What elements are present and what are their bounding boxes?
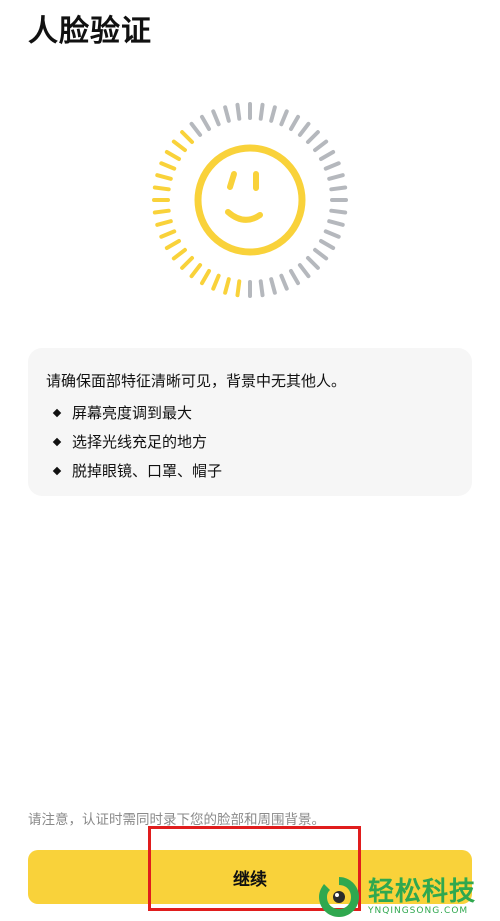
scan-ring-tick: [305, 130, 320, 145]
scan-ring-tick: [164, 239, 181, 250]
scan-ring-tick: [289, 269, 300, 286]
tips-card: 请确保面部特征清晰可见，背景中无其他人。 屏幕亮度调到最大 选择光线充足的地方 …: [28, 348, 472, 496]
smiley-face-icon: [152, 102, 348, 298]
face-outline: [194, 144, 306, 256]
scan-ring-tick: [180, 255, 195, 270]
scan-ring-tick: [319, 150, 336, 161]
scan-ring-tick: [329, 208, 348, 215]
scan-ring-tick: [155, 219, 173, 227]
tip-text: 屏幕亮度调到最大: [72, 404, 193, 422]
scan-ring-tick: [211, 109, 221, 127]
scan-ring-tick: [171, 139, 187, 153]
tip-text: 脱掉眼镜、口罩、帽子: [72, 462, 223, 480]
scan-ring-tick: [171, 247, 187, 261]
bullet-icon: [52, 408, 62, 417]
scan-ring-tick: [297, 263, 311, 279]
scan-ring-tick: [279, 109, 289, 127]
scan-ring-tick: [164, 150, 181, 161]
scan-ring-tick: [223, 277, 231, 295]
scan-ring-tick: [159, 229, 177, 239]
scan-ring-tick: [269, 105, 277, 123]
scan-ring-tick: [180, 130, 195, 145]
scan-ring-tick: [323, 229, 341, 239]
scan-ring-tick: [269, 277, 277, 295]
watermark: 轻松科技 YNQINGSONG.COM: [316, 872, 500, 921]
tips-main-text: 请确保面部特征清晰可见，背景中无其他人。: [46, 372, 347, 390]
scan-ring-tick: [279, 273, 289, 291]
face-left-eye: [227, 171, 237, 190]
scan-ring-tick: [235, 102, 242, 121]
watermark-logo-icon: [319, 876, 359, 917]
scan-ring-tick: [189, 121, 203, 137]
scan-ring-tick: [297, 121, 311, 137]
scan-ring-tick: [323, 161, 341, 171]
scan-ring-tick: [289, 114, 300, 131]
scan-ring-tick: [211, 273, 221, 291]
scan-ring-tick: [327, 219, 345, 227]
face-scan-graphic: [150, 100, 350, 300]
scan-ring-tick: [200, 269, 211, 286]
bullet-icon: [52, 437, 62, 446]
scan-ring-tick: [155, 173, 173, 181]
scan-ring-tick: [223, 105, 231, 123]
scan-ring-tick: [258, 279, 265, 298]
list-item: 脱掉眼镜、口罩、帽子: [52, 456, 223, 485]
scan-ring-tick: [152, 185, 171, 192]
scan-ring-tick: [319, 239, 336, 250]
scan-ring-tick: [313, 247, 329, 261]
scan-ring-tick: [152, 208, 171, 215]
scan-ring-tick: [189, 263, 203, 279]
scan-ring-tick: [200, 114, 211, 131]
watermark-text: 轻松科技: [368, 876, 477, 907]
face-smile: [225, 209, 263, 223]
scan-ring-tick: [329, 185, 348, 192]
recording-notice: 请注意，认证时需同时录下您的脸部和周围背景。: [28, 812, 325, 828]
list-item: 选择光线充足的地方: [52, 427, 222, 456]
scan-ring-tick: [159, 161, 177, 171]
bullet-icon: [52, 466, 62, 475]
tips-list: 屏幕亮度调到最大 选择光线充足的地方 脱掉眼镜、口罩、帽子: [52, 398, 223, 485]
list-item: 屏幕亮度调到最大: [52, 398, 222, 427]
watermark-subtext: YNQINGSONG.COM: [368, 905, 469, 916]
page-title: 人脸验证: [28, 14, 152, 49]
scan-ring-tick: [327, 173, 345, 181]
scan-ring-tick: [235, 279, 242, 298]
tip-text: 选择光线充足的地方: [72, 433, 208, 451]
scan-ring-tick: [313, 139, 329, 153]
scan-ring-tick: [258, 102, 265, 121]
scan-ring-tick: [305, 255, 320, 270]
